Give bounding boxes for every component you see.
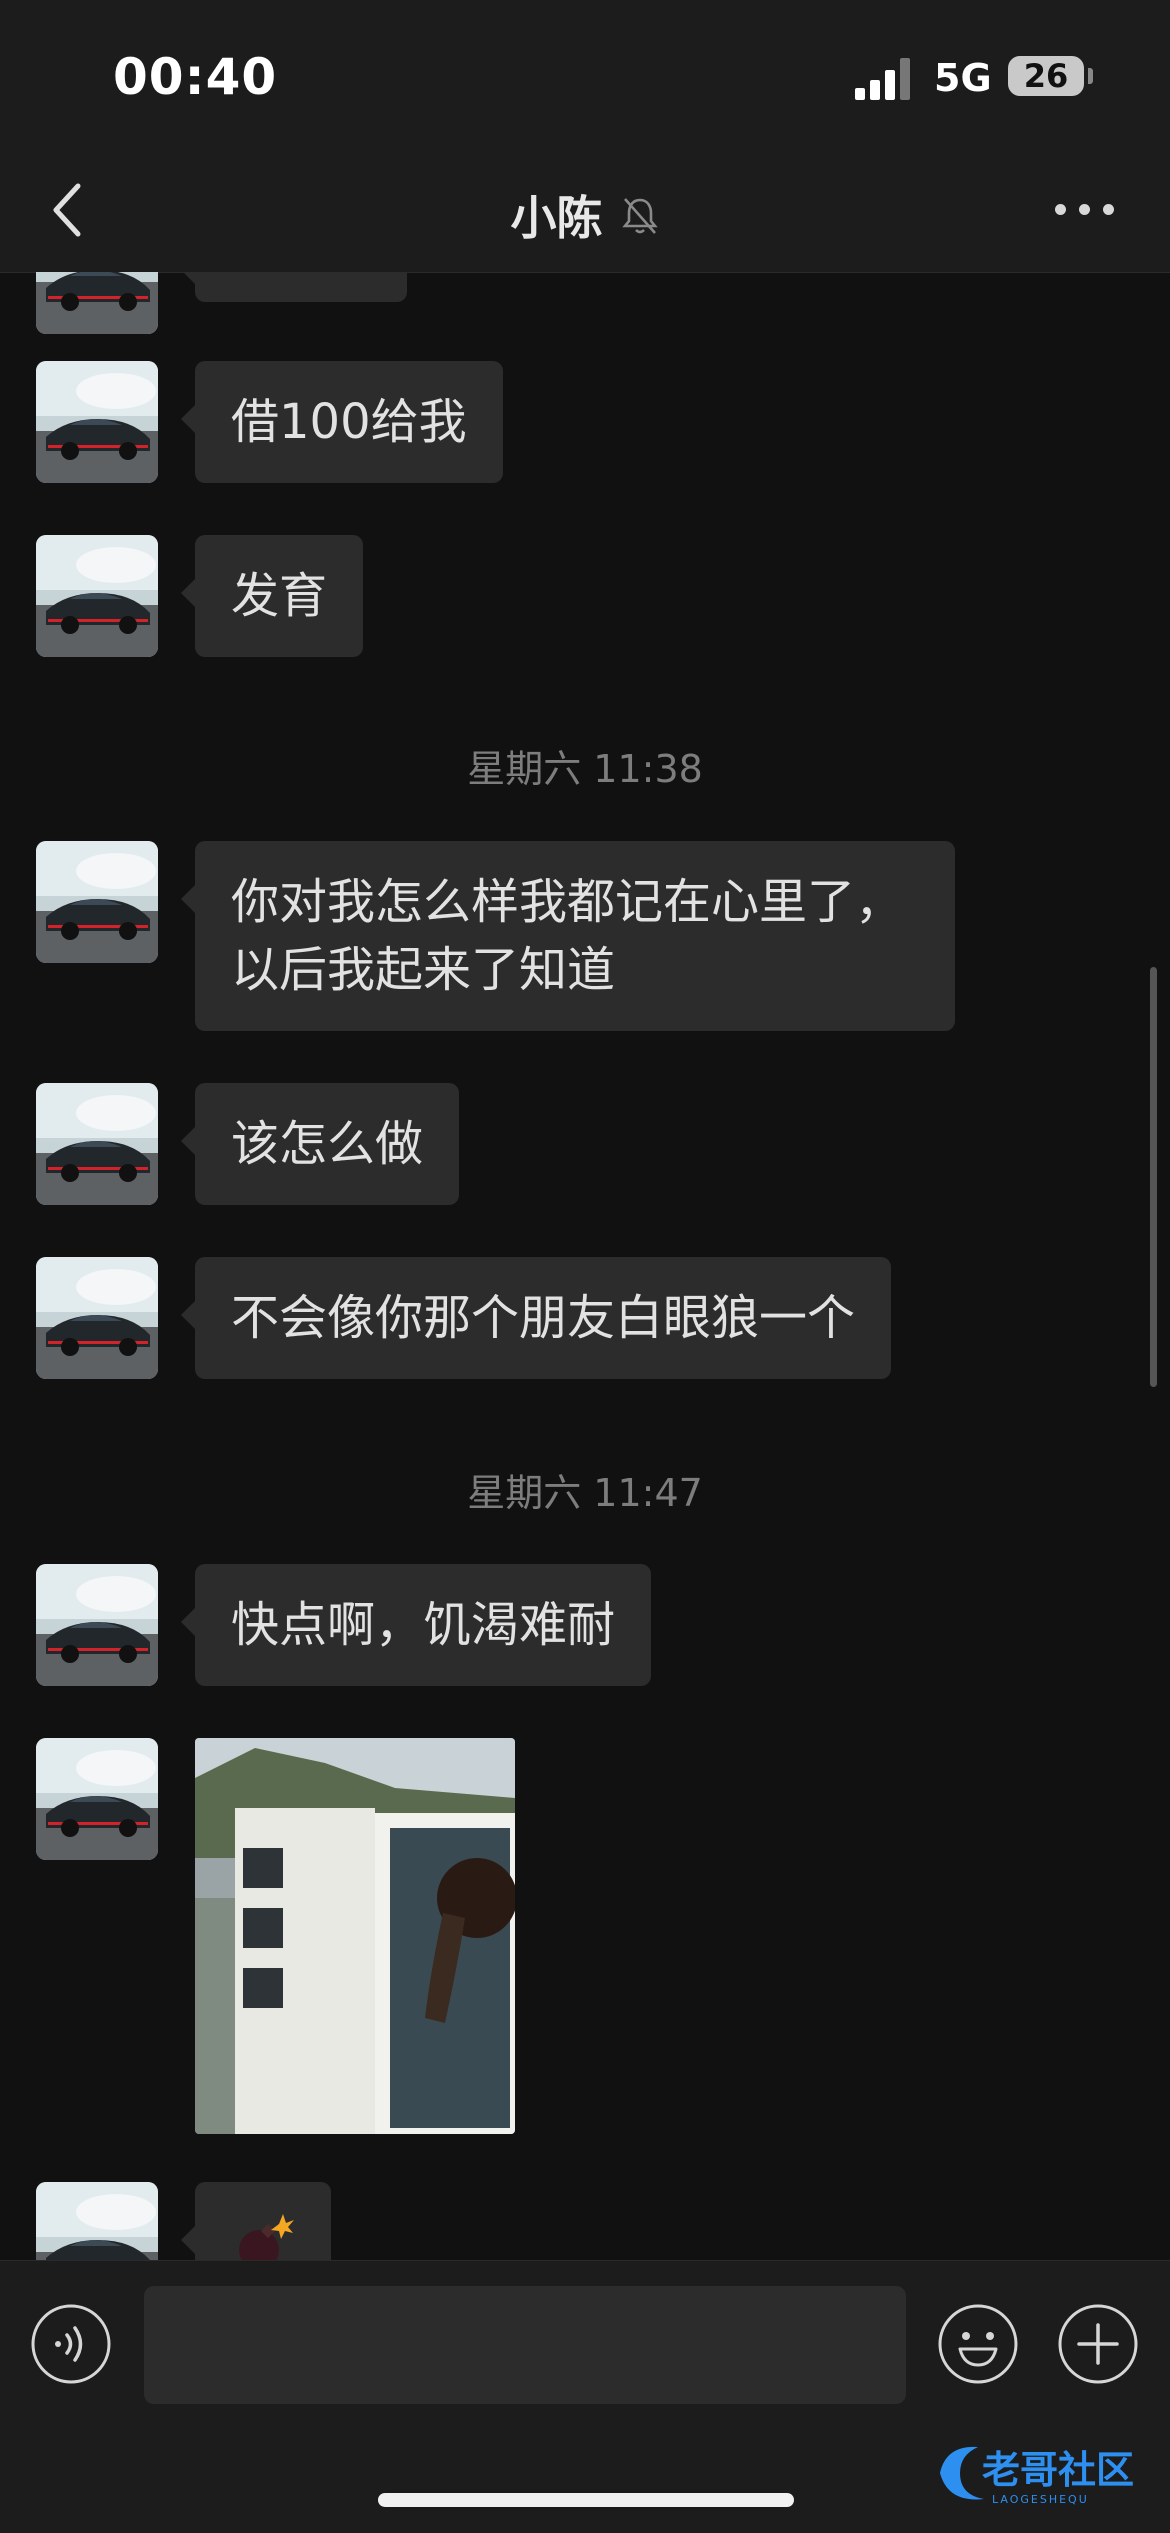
status-bar: 00:40 5G 26	[0, 0, 1170, 150]
chat-header: 小陈	[0, 150, 1170, 273]
avatar[interactable]	[36, 1257, 158, 1379]
message-bubble[interactable]: 快点啊，饥渴难耐	[180, 1564, 652, 1686]
ellipsis-icon[interactable]	[1055, 200, 1115, 220]
message-bubble[interactable]: 不会像你那个朋友白眼狼一个	[180, 1257, 892, 1379]
network-type: 5G	[934, 56, 992, 100]
battery-icon: 26	[1008, 56, 1084, 96]
title-area: 小陈	[0, 182, 1170, 248]
message-list[interactable]: 借100给我 发育 星期六 11:38 你对我怎么样我都记在心里了，以后我起来了…	[0, 272, 1170, 2260]
avatar[interactable]	[36, 535, 158, 657]
input-bar: 老哥社区 LAOGESHEQU	[0, 2260, 1170, 2533]
image-message[interactable]	[195, 1738, 515, 2134]
bomb-icon	[239, 2214, 294, 2260]
voice-icon[interactable]	[30, 2303, 112, 2385]
watermark-logo: 老哥社区 LAOGESHEQU	[940, 2446, 1134, 2506]
signal-icon	[855, 58, 915, 100]
avatar[interactable]	[36, 1738, 158, 1860]
avatar[interactable]	[36, 1083, 158, 1205]
message-bubble[interactable]	[181, 2182, 331, 2260]
message-input[interactable]	[144, 2286, 906, 2404]
message-bubble[interactable]: 该怎么做	[180, 1083, 460, 1205]
status-time: 00:40	[113, 48, 278, 106]
message-bubble[interactable]: 发育	[180, 535, 364, 657]
timestamp: 星期六 11:47	[467, 1471, 703, 1515]
watermark-text: 老哥社区	[982, 2448, 1134, 2492]
watermark-sub: LAOGESHEQU	[992, 2493, 1089, 2506]
message-bubble[interactable]: 你对我怎么样我都记在心里了，以后我起来了知道	[181, 841, 955, 1031]
plus-icon[interactable]	[1057, 2303, 1139, 2385]
avatar[interactable]	[36, 272, 158, 334]
avatar[interactable]	[36, 1564, 158, 1686]
scrollbar[interactable]	[1150, 967, 1157, 1387]
message-bubble[interactable]: 借100给我	[181, 361, 503, 483]
message-bubble[interactable]	[181, 272, 407, 302]
bell-slash-icon	[621, 198, 658, 234]
timestamp: 星期六 11:38	[467, 747, 703, 791]
battery-tip	[1088, 68, 1093, 84]
avatar[interactable]	[36, 2182, 158, 2260]
battery-level: 26	[1023, 57, 1069, 95]
chat-title[interactable]: 小陈	[510, 191, 602, 245]
smiley-icon[interactable]	[937, 2303, 1019, 2385]
avatar[interactable]	[36, 361, 158, 483]
avatar[interactable]	[36, 841, 158, 963]
home-indicator[interactable]	[378, 2493, 794, 2507]
